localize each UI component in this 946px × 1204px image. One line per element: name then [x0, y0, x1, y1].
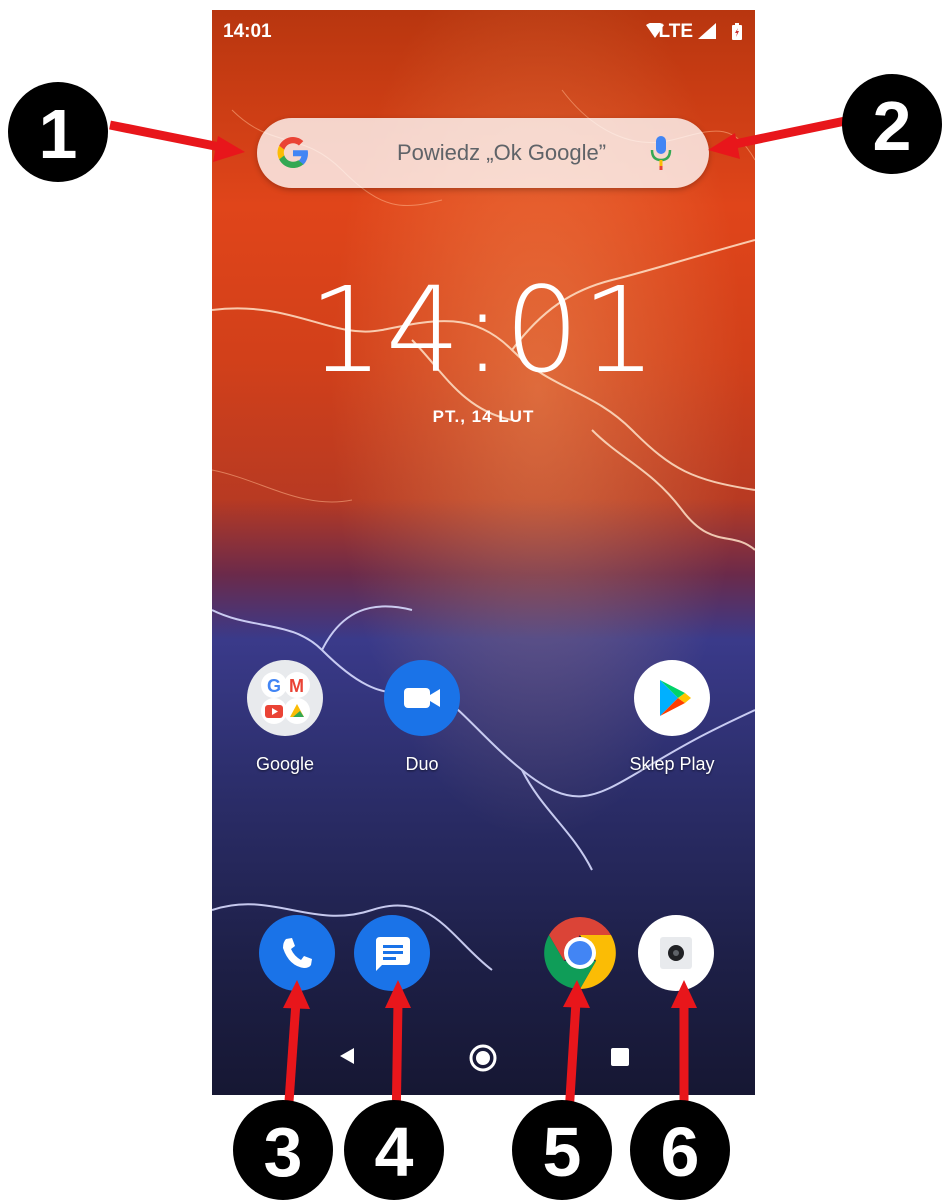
status-time: 14:01: [223, 21, 272, 42]
app-label: Duo: [405, 754, 439, 774]
callout-badge-6: 6: [630, 1100, 730, 1200]
home-button[interactable]: [468, 1043, 498, 1073]
google-g-icon[interactable]: [275, 135, 311, 171]
app-label: Sklep Play: [629, 754, 715, 774]
network-type: LTE: [658, 21, 693, 42]
battery-icon: [732, 23, 742, 40]
phone-icon[interactable]: [259, 915, 335, 991]
phone-screen: 14:01 LTE Powiedz „Ok Google” 14:01 PT.,…: [212, 10, 755, 1095]
microphone-icon[interactable]: [649, 134, 673, 172]
chrome-icon[interactable]: [542, 915, 618, 991]
status-bar: 14:01 LTE: [212, 10, 755, 52]
callout-badge-5: 5: [512, 1100, 612, 1200]
app-google-folder[interactable]: G M Google: [230, 660, 340, 775]
callout-badge-1: 1: [8, 82, 108, 182]
google-folder-icon[interactable]: G M: [247, 660, 323, 736]
app-play-store[interactable]: Sklep Play: [617, 660, 727, 775]
signal-icon: [698, 23, 716, 39]
google-search-bar[interactable]: Powiedz „Ok Google”: [257, 118, 709, 188]
clock-widget[interactable]: 14:01: [212, 270, 755, 390]
camera-icon[interactable]: [638, 915, 714, 991]
callout-badge-2: 2: [842, 74, 942, 174]
app-label: Google: [255, 754, 315, 774]
recents-button[interactable]: [610, 1047, 630, 1067]
svg-text:M: M: [289, 676, 304, 696]
duo-video-icon[interactable]: [384, 660, 460, 736]
play-store-icon[interactable]: [634, 660, 710, 736]
search-hint[interactable]: Powiedz „Ok Google”: [397, 140, 606, 166]
date-label[interactable]: PT., 14 LUT: [212, 407, 755, 427]
messages-icon[interactable]: [354, 915, 430, 991]
app-duo[interactable]: Duo: [367, 660, 477, 775]
back-button[interactable]: [336, 1045, 358, 1067]
svg-text:G: G: [267, 676, 281, 696]
callout-badge-4: 4: [344, 1100, 444, 1200]
callout-badge-3: 3: [233, 1100, 333, 1200]
